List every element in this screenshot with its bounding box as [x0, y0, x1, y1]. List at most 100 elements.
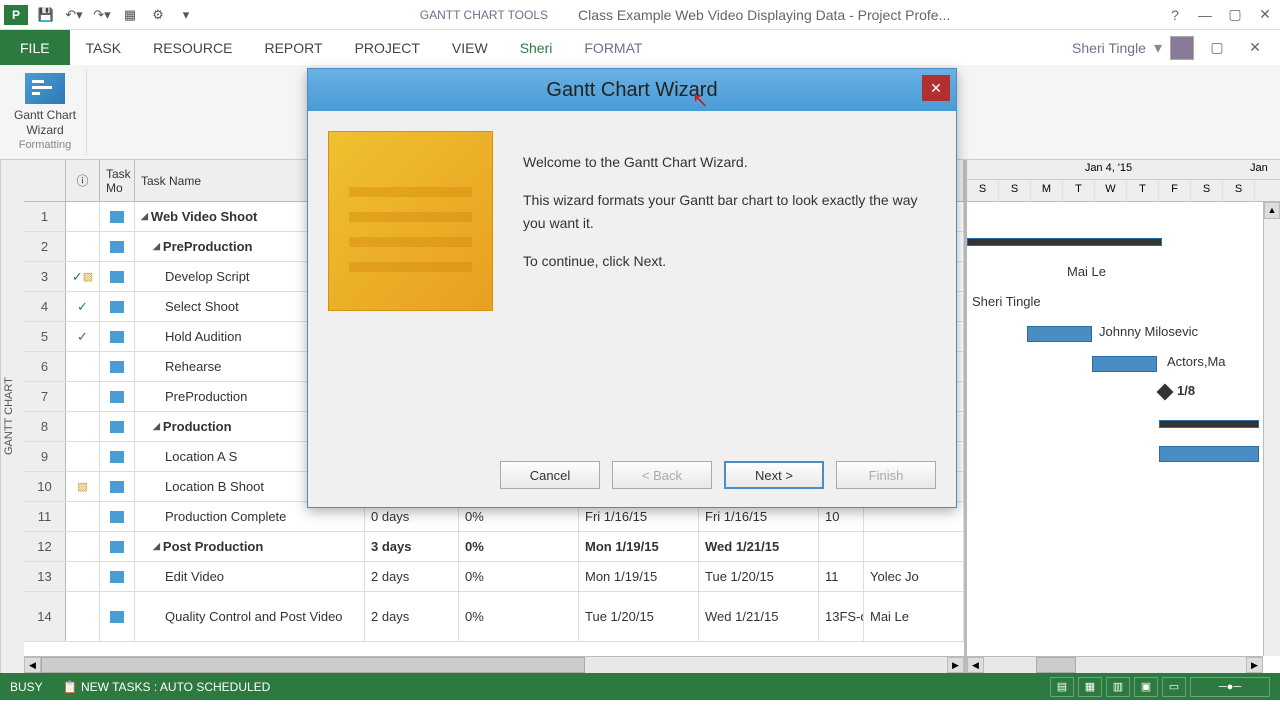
taskmode-cell[interactable] — [100, 322, 135, 351]
scroll-up-icon[interactable]: ▲ — [1264, 202, 1280, 219]
task-hscroll[interactable]: ◀ ▶ — [24, 656, 964, 673]
taskmode-cell[interactable] — [100, 442, 135, 471]
view-label[interactable]: GANTT CHART — [0, 160, 24, 673]
customize-icon[interactable]: ▾ — [172, 1, 200, 29]
dialog-close-button[interactable]: ✕ — [922, 75, 950, 101]
tab-report[interactable]: REPORT — [248, 30, 338, 65]
taskmode-cell[interactable] — [100, 532, 135, 561]
duration-cell[interactable]: 2 days — [365, 592, 459, 641]
resource-cell[interactable]: Yolec Jo — [864, 562, 964, 591]
taskmode-cell[interactable] — [100, 472, 135, 501]
view-resource-icon[interactable]: ▣ — [1134, 677, 1158, 697]
col-indicators[interactable]: ⓘ — [66, 160, 100, 201]
ribbon-close-icon[interactable]: ✕ — [1240, 39, 1270, 56]
tab-task[interactable]: TASK — [70, 30, 138, 65]
ribbon-restore-icon[interactable]: ▢ — [1202, 39, 1232, 56]
pred-cell[interactable]: 11 — [819, 562, 864, 591]
tab-format[interactable]: FORMAT — [568, 30, 658, 65]
view-task-icon[interactable]: ▦ — [1078, 677, 1102, 697]
taskmode-cell[interactable] — [100, 562, 135, 591]
row-header[interactable]: 13 — [24, 562, 66, 591]
row-header[interactable]: 14 — [24, 592, 66, 641]
table-row[interactable]: 12 ◢Post Production 3 days 0% Mon 1/19/1… — [24, 532, 964, 562]
taskname-cell[interactable]: Edit Video — [135, 562, 365, 591]
row-header[interactable]: 1 — [24, 202, 66, 231]
table-row[interactable]: 13 Edit Video 2 days 0% Mon 1/19/15 Tue … — [24, 562, 964, 592]
scroll-left-icon[interactable]: ◀ — [967, 657, 984, 673]
complete-cell[interactable]: 0% — [459, 532, 579, 561]
view-gantt-icon[interactable]: ▤ — [1050, 677, 1074, 697]
next-button[interactable]: Next > — [724, 461, 824, 489]
row-header[interactable]: 7 — [24, 382, 66, 411]
taskname-cell[interactable]: ◢Post Production — [135, 532, 365, 561]
taskmode-cell[interactable] — [100, 382, 135, 411]
row-header[interactable]: 10 — [24, 472, 66, 501]
finish-cell[interactable]: Tue 1/20/15 — [699, 562, 819, 591]
tab-file[interactable]: FILE — [0, 30, 70, 65]
gantt-task-bar[interactable] — [1092, 356, 1157, 372]
pred-cell[interactable] — [819, 532, 864, 561]
scroll-left-icon[interactable]: ◀ — [24, 657, 41, 673]
row-header[interactable]: 2 — [24, 232, 66, 261]
taskmode-cell[interactable] — [100, 292, 135, 321]
col-rownum[interactable] — [24, 160, 66, 201]
col-taskmode[interactable]: Task Mo — [100, 160, 135, 201]
back-button[interactable]: < Back — [612, 461, 712, 489]
redo-icon[interactable]: ↷▾ — [88, 1, 116, 29]
row-header[interactable]: 4 — [24, 292, 66, 321]
cancel-button[interactable]: Cancel — [500, 461, 600, 489]
qa-icon2[interactable]: ⚙ — [144, 1, 172, 29]
scroll-right-icon[interactable]: ▶ — [947, 657, 964, 673]
user-name[interactable]: Sheri Tingle — [1072, 40, 1146, 56]
gantt-summary-bar[interactable] — [967, 238, 1162, 246]
finish-cell[interactable]: Wed 1/21/15 — [699, 532, 819, 561]
undo-icon[interactable]: ↶▾ — [60, 1, 88, 29]
zoom-slider[interactable]: ─●─ — [1190, 677, 1270, 697]
start-cell[interactable]: Tue 1/20/15 — [579, 592, 699, 641]
gantt-hscroll[interactable]: ◀ ▶ — [967, 656, 1263, 673]
taskmode-cell[interactable] — [100, 412, 135, 441]
gantt-task-bar[interactable] — [1159, 446, 1259, 462]
qa-icon1[interactable]: ▦ — [116, 1, 144, 29]
taskmode-cell[interactable] — [100, 262, 135, 291]
minimize-icon[interactable]: — — [1190, 7, 1220, 23]
gantt-wizard-icon[interactable] — [25, 73, 65, 104]
row-header[interactable]: 8 — [24, 412, 66, 441]
row-header[interactable]: 3 — [24, 262, 66, 291]
help-icon[interactable]: ? — [1160, 7, 1190, 23]
taskmode-cell[interactable] — [100, 232, 135, 261]
taskmode-cell[interactable] — [100, 592, 135, 641]
pred-cell[interactable]: 13FS-day — [819, 592, 864, 641]
save-icon[interactable]: 💾 — [32, 1, 60, 29]
row-header[interactable]: 12 — [24, 532, 66, 561]
tab-resource[interactable]: RESOURCE — [137, 30, 248, 65]
row-header[interactable]: 11 — [24, 502, 66, 531]
resource-cell[interactable] — [864, 532, 964, 561]
tab-view[interactable]: VIEW — [436, 30, 504, 65]
row-header[interactable]: 6 — [24, 352, 66, 381]
resource-cell[interactable]: Mai Le — [864, 592, 964, 641]
finish-cell[interactable]: Wed 1/21/15 — [699, 592, 819, 641]
gantt-summary-bar[interactable] — [1159, 420, 1259, 428]
table-row[interactable]: 14 Quality Control and Post Video 2 days… — [24, 592, 964, 642]
ribbon-button-label[interactable]: Gantt Chart Wizard — [14, 108, 76, 139]
duration-cell[interactable]: 3 days — [365, 532, 459, 561]
finish-button[interactable]: Finish — [836, 461, 936, 489]
row-header[interactable]: 9 — [24, 442, 66, 471]
gantt-milestone-icon[interactable] — [1157, 384, 1174, 401]
taskmode-cell[interactable] — [100, 202, 135, 231]
complete-cell[interactable]: 0% — [459, 592, 579, 641]
tab-project[interactable]: PROJECT — [339, 30, 436, 65]
complete-cell[interactable]: 0% — [459, 562, 579, 591]
close-window-icon[interactable]: ✕ — [1250, 6, 1280, 23]
view-report-icon[interactable]: ▭ — [1162, 677, 1186, 697]
taskmode-cell[interactable] — [100, 502, 135, 531]
dialog-titlebar[interactable]: Gantt Chart Wizard ✕ — [308, 69, 956, 111]
gantt-body[interactable]: Mai Le Sheri Tingle Johnny Milosevic Act… — [967, 202, 1280, 673]
gantt-vscroll[interactable]: ▲ — [1263, 202, 1280, 656]
gantt-task-bar[interactable] — [1027, 326, 1092, 342]
duration-cell[interactable]: 2 days — [365, 562, 459, 591]
start-cell[interactable]: Mon 1/19/15 — [579, 532, 699, 561]
taskname-cell[interactable]: Quality Control and Post Video — [135, 592, 365, 641]
view-team-icon[interactable]: ▥ — [1106, 677, 1130, 697]
